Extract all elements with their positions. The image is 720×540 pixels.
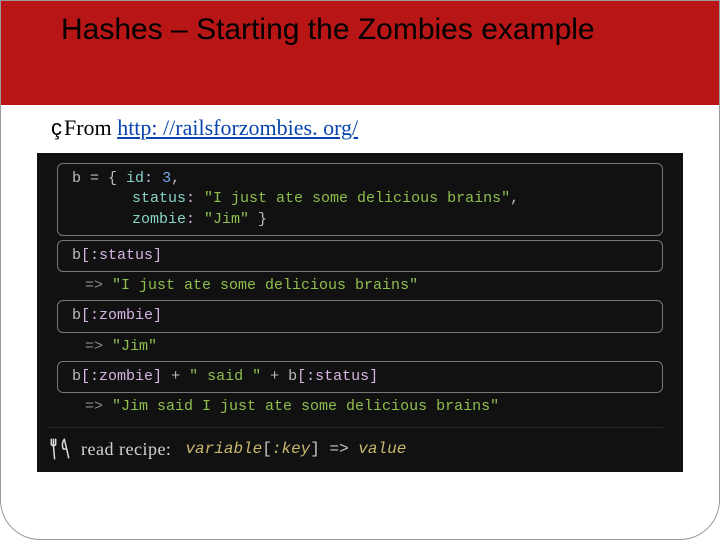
code-block-zombie: b[:zombie] (57, 300, 663, 332)
code-token: id (126, 170, 144, 187)
code-token: : (186, 190, 204, 207)
source-link[interactable]: http: //railsforzombies. org/ (117, 115, 358, 140)
code-token: " said " (189, 368, 261, 385)
code-token: :zombie (90, 368, 153, 385)
recipe-code: variable[:key] => value (185, 440, 406, 458)
code-token: + (162, 368, 189, 385)
code-token: : (186, 211, 204, 228)
code-token: => (320, 440, 358, 458)
code-token: b (72, 368, 81, 385)
code-token: "I just ate some delicious brains" (112, 277, 418, 294)
code-token: [ (262, 440, 272, 458)
code-token: :key (272, 440, 310, 458)
code-token: [ (81, 307, 90, 324)
code-token: "Jim said I just ate some delicious brai… (112, 398, 499, 415)
code-token: : (144, 170, 162, 187)
arrow-icon: => (85, 277, 112, 294)
bullet-icon: ç (51, 115, 62, 140)
code-token: ] (369, 368, 378, 385)
source-line: çFrom http: //railsforzombies. org/ (51, 115, 699, 141)
code-token: 3 (162, 170, 171, 187)
code-block-status: b[:status] (57, 240, 663, 272)
code-token: "Jim" (204, 211, 249, 228)
code-line: b = { id: 3, (72, 169, 648, 189)
code-token: ] (310, 440, 320, 458)
fork-knife-icon (47, 436, 73, 462)
slide: Hashes – Starting the Zombies example çF… (0, 0, 720, 540)
code-token: :status (306, 368, 369, 385)
code-token: ] (153, 307, 162, 324)
code-token: ] (153, 368, 162, 385)
code-token: , (510, 190, 519, 207)
code-token: status (132, 190, 186, 207)
code-token: variable (185, 440, 262, 458)
recipe-row: read recipe: variable[:key] => value (47, 427, 663, 462)
code-token: b (72, 170, 90, 187)
title-bar: Hashes – Starting the Zombies example (1, 1, 719, 105)
output-line: => "Jim" (85, 337, 663, 357)
code-token: = { (90, 170, 126, 187)
code-token: [ (297, 368, 306, 385)
recipe-label: read recipe: (81, 439, 171, 460)
code-area: b = { id: 3, status: "I just ate some de… (37, 153, 683, 472)
code-token: b (72, 247, 81, 264)
code-token: ] (153, 247, 162, 264)
code-token: :status (90, 247, 153, 264)
code-token: zombie (132, 211, 186, 228)
from-prefix: From (64, 115, 117, 140)
code-token: :zombie (90, 307, 153, 324)
code-token: "I just ate some delicious brains" (204, 190, 510, 207)
code-block-concat: b[:zombie] + " said " + b[:status] (57, 361, 663, 393)
code-token: value (358, 440, 406, 458)
code-line: status: "I just ate some delicious brain… (72, 189, 648, 209)
code-token: b (288, 368, 297, 385)
code-line: zombie: "Jim" } (72, 210, 648, 230)
output-line: => "I just ate some delicious brains" (85, 276, 663, 296)
code-token: , (171, 170, 180, 187)
code-token: } (249, 211, 267, 228)
code-token: + (261, 368, 288, 385)
code-block-define: b = { id: 3, status: "I just ate some de… (57, 163, 663, 236)
code-token: b (72, 307, 81, 324)
code-token: [ (81, 247, 90, 264)
arrow-icon: => (85, 338, 112, 355)
slide-title: Hashes – Starting the Zombies example (61, 11, 689, 49)
code-token: "Jim" (112, 338, 157, 355)
arrow-icon: => (85, 398, 112, 415)
body-area: çFrom http: //railsforzombies. org/ (1, 105, 719, 153)
output-line: => "Jim said I just ate some delicious b… (85, 397, 663, 417)
code-token: [ (81, 368, 90, 385)
